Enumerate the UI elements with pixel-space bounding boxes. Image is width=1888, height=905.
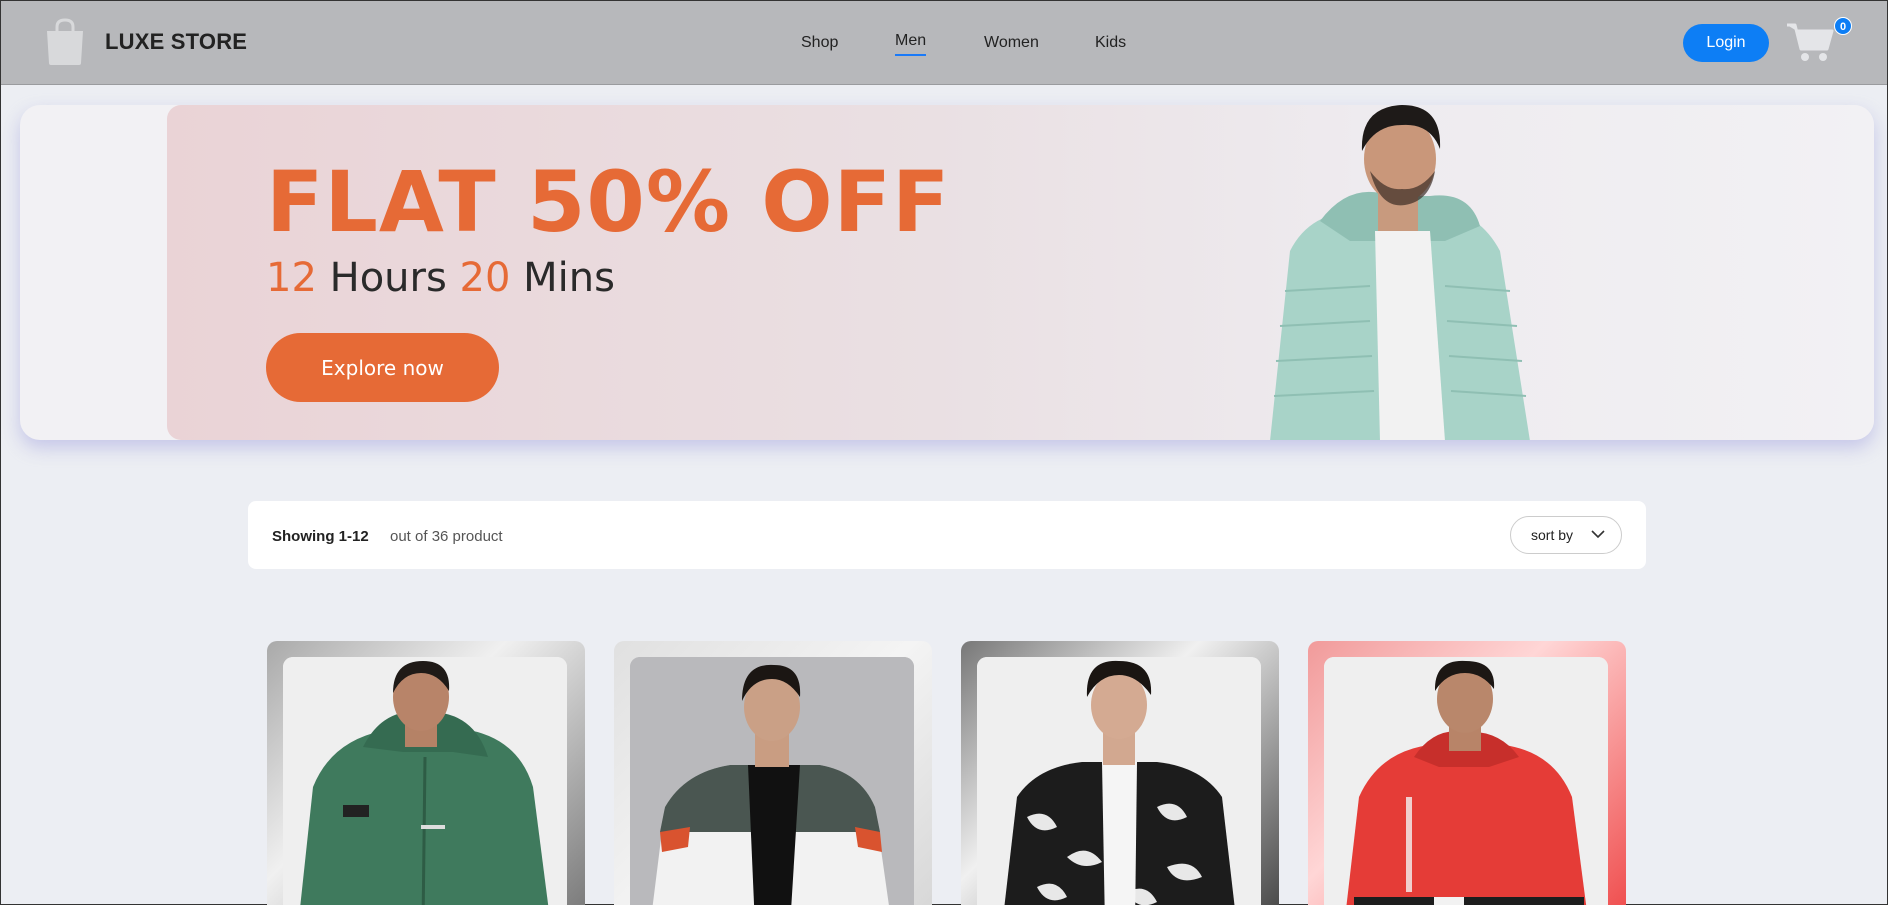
promo-title: FLAT 50% OFF — [266, 153, 951, 251]
product-card[interactable] — [267, 641, 585, 905]
banner-model-image — [1270, 105, 1530, 440]
promo-banner: FLAT 50% OFF 12 Hours 20 Mins Explore no… — [20, 105, 1874, 440]
nav-men[interactable]: Men — [895, 32, 927, 56]
countdown-hours-label: Hours — [329, 255, 447, 301]
brand-name[interactable]: LUXE STORE — [105, 29, 247, 55]
product-card[interactable] — [961, 641, 1279, 905]
countdown-mins-label: Mins — [523, 255, 615, 301]
product-image[interactable] — [1324, 657, 1608, 905]
listing-toolbar: Showing 1-12 out of 36 product sort by — [248, 501, 1646, 569]
sort-by-dropdown[interactable]: sort by — [1510, 516, 1622, 554]
white-puffer-image — [630, 657, 914, 905]
cart-count-badge: 0 — [1834, 17, 1852, 35]
login-button[interactable]: Login — [1683, 24, 1769, 62]
product-image[interactable] — [283, 657, 567, 905]
product-card[interactable] — [614, 641, 932, 905]
camo-bomber-image — [977, 657, 1261, 905]
showing-range: Showing 1-12 — [272, 528, 369, 545]
product-card[interactable] — [1308, 641, 1626, 905]
countdown-hours: 12 — [266, 255, 317, 301]
nav-women[interactable]: Women — [984, 34, 1039, 52]
explore-now-button[interactable]: Explore now — [266, 333, 499, 402]
total-products: out of 36 product — [390, 528, 503, 545]
product-image[interactable] — [630, 657, 914, 905]
sort-by-label: sort by — [1531, 527, 1574, 543]
green-jacket-image — [283, 657, 567, 905]
product-image[interactable] — [977, 657, 1261, 905]
shopping-bag-icon[interactable] — [43, 17, 87, 67]
nav-kids[interactable]: Kids — [1095, 34, 1126, 52]
nav-shop[interactable]: Shop — [801, 34, 838, 52]
top-navbar: LUXE STORE Shop Men Women Kids Login 0 — [1, 1, 1887, 85]
red-windcheater-image — [1324, 657, 1608, 905]
countdown-mins: 20 — [459, 255, 511, 301]
cart-icon[interactable] — [1785, 19, 1835, 63]
countdown: 12 Hours 20 Mins — [266, 255, 615, 301]
chevron-down-icon — [1591, 530, 1605, 539]
